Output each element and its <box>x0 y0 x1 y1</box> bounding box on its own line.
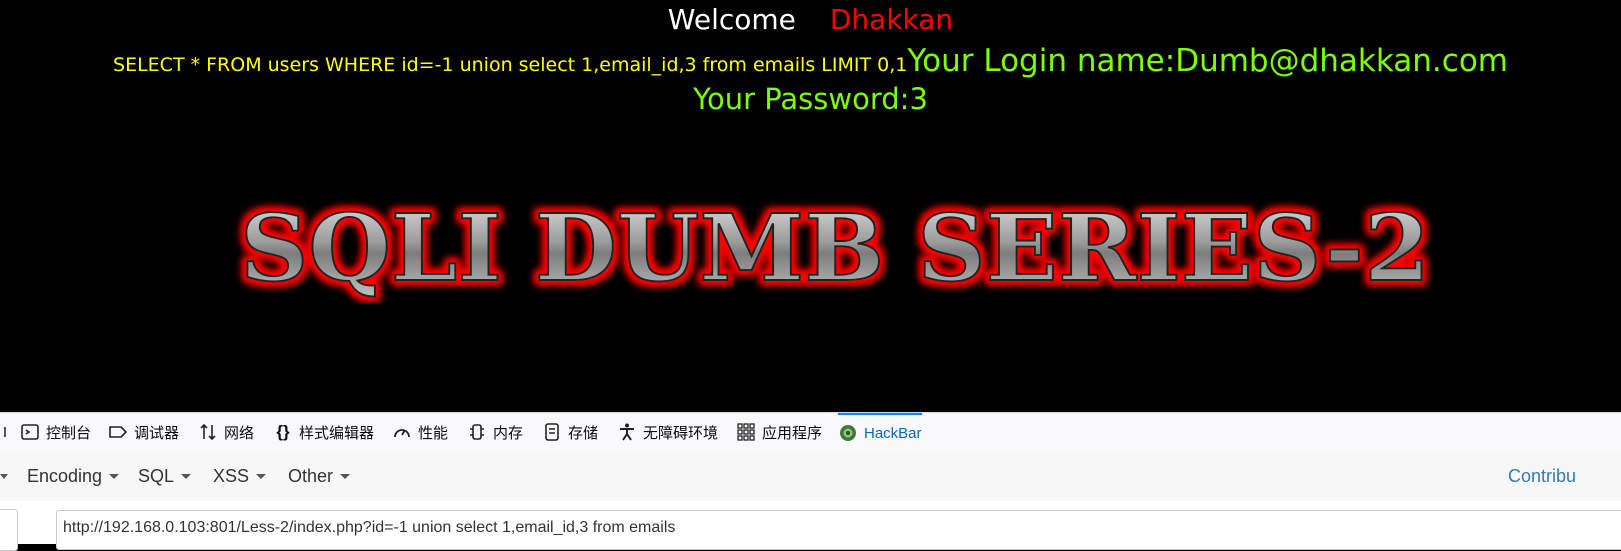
chevron-down-icon <box>0 474 8 479</box>
menu-xss[interactable]: XSS <box>213 451 267 501</box>
devtools-edge-handle <box>0 427 6 437</box>
tab-label: 性能 <box>418 424 449 442</box>
load-url-button[interactable] <box>0 509 18 551</box>
menu-label: XSS <box>213 465 250 486</box>
tab-application[interactable]: 应用程序 <box>736 413 822 451</box>
tab-label: HackBar <box>864 424 922 442</box>
tab-label: 样式编辑器 <box>299 424 375 442</box>
welcome-label: Welcome <box>667 3 796 36</box>
sql-query-text: SELECT * FROM users WHERE id=-1 union se… <box>113 54 908 76</box>
welcome-name: Dhakkan <box>829 3 954 36</box>
debugger-icon <box>109 426 128 438</box>
application-icon <box>737 423 755 441</box>
menu-label: Encoding <box>27 465 103 486</box>
result-line: SELECT * FROM users WHERE id=-1 union se… <box>0 43 1621 84</box>
tab-label: 控制台 <box>46 424 92 442</box>
chevron-down-icon <box>181 473 192 479</box>
welcome-line: Welcome Dhakkan <box>0 2 1621 38</box>
web-page: Welcome Dhakkan SELECT * FROM users WHERE… <box>0 0 1621 412</box>
banner-text: SQLI DUMB SERIES-2 <box>240 194 1430 302</box>
tab-performance[interactable]: 性能 <box>392 413 448 451</box>
hackbar-menu: Encoding SQL XSS Other Contribu <box>0 451 1621 502</box>
devtools-toolbar: 控制台 调试器 网络 {} 样式编辑器 性能 内存 存储 无障碍环境 应用程序 … <box>0 412 1621 452</box>
menu-label: Other <box>288 465 334 486</box>
chevron-down-icon <box>340 473 351 479</box>
chevron-down-icon <box>109 473 120 479</box>
tab-storage[interactable]: 存储 <box>542 413 598 451</box>
tab-console[interactable]: 控制台 <box>20 413 91 451</box>
tab-memory[interactable]: 内存 <box>467 413 523 451</box>
tab-network[interactable]: 网络 <box>198 413 254 451</box>
chevron-down-icon <box>256 473 267 479</box>
tab-label: 内存 <box>493 424 524 442</box>
tab-label: 网络 <box>224 424 255 442</box>
tab-label: 应用程序 <box>762 424 823 442</box>
tab-debugger[interactable]: 调试器 <box>108 413 179 451</box>
memory-icon <box>470 424 484 440</box>
tab-label: 调试器 <box>134 424 180 442</box>
menu-encoding[interactable]: Encoding <box>27 451 120 501</box>
hackbar-url-area: http://192.168.0.103:801/Less-2/index.ph… <box>0 501 1621 551</box>
accessibility-icon <box>620 423 634 441</box>
sqli-dumb-series-banner: SQLI DUMB SERIES-2 <box>239 194 1431 303</box>
contribute-link[interactable]: Contribu <box>1508 451 1576 501</box>
performance-icon <box>394 429 410 438</box>
menu-other[interactable]: Other <box>288 451 351 501</box>
storage-icon <box>545 423 559 441</box>
style-editor-icon: {} <box>276 422 290 441</box>
hackbar-icon <box>840 425 856 441</box>
tab-accessibility[interactable]: 无障碍环境 <box>617 413 718 451</box>
login-name-text: Your Login name:Dumb@dhakkan.com <box>907 43 1508 79</box>
menu-sql[interactable]: SQL <box>138 451 192 501</box>
password-text: Your Password:3 <box>693 82 928 116</box>
tab-style-editor[interactable]: {} 样式编辑器 <box>273 413 374 451</box>
console-icon <box>21 424 39 440</box>
tab-hackbar[interactable]: HackBar <box>838 413 922 451</box>
tab-label: 无障碍环境 <box>643 424 719 442</box>
menu-label: SQL <box>138 465 175 486</box>
network-icon <box>200 423 216 441</box>
url-input[interactable]: http://192.168.0.103:801/Less-2/index.ph… <box>56 510 1621 550</box>
tab-label: 存储 <box>568 424 599 442</box>
